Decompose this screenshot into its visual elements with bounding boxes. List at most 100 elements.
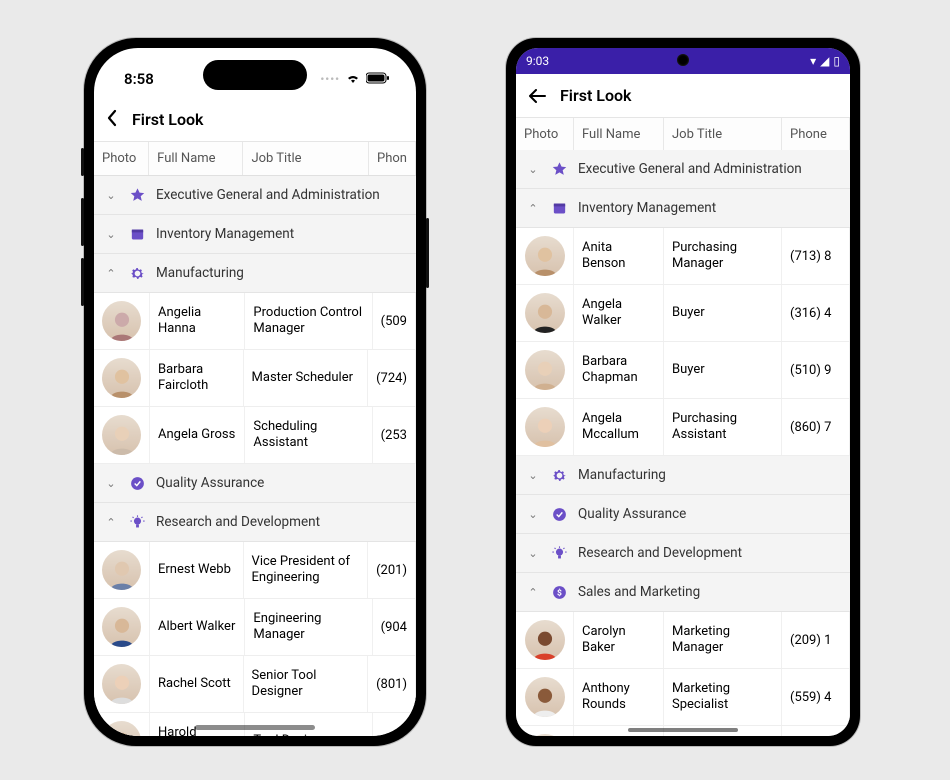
cell-name: Rachel Scott <box>150 656 244 712</box>
avatar <box>525 734 565 736</box>
group-executive[interactable]: ⌄ Executive General and Administration <box>94 176 416 215</box>
cell-phone: (860) 7 <box>782 399 850 455</box>
group-label: Executive General and Administration <box>156 187 380 203</box>
chevron-up-icon: ⌃ <box>104 516 118 529</box>
col-title-header[interactable]: Job Title <box>243 142 369 175</box>
group-sales[interactable]: ⌃ $ Sales and Marketing <box>516 573 850 612</box>
group-executive[interactable]: ⌄ Executive General and Administration <box>516 150 850 189</box>
group-manufacturing[interactable]: ⌃ Manufacturing <box>94 254 416 293</box>
cell-phone: (904 <box>373 599 416 655</box>
group-label: Research and Development <box>156 514 320 530</box>
status-time: 9:03 <box>526 54 549 68</box>
cell-phone: (253 <box>373 407 416 463</box>
group-rd[interactable]: ⌄ Research and Development <box>516 534 850 573</box>
chevron-up-icon: ⌃ <box>104 267 118 280</box>
cell-title: Master Scheduler <box>244 350 369 406</box>
table-body[interactable]: ⌄ Executive General and Administration ⌃… <box>516 150 850 736</box>
cell-phone: (724) <box>368 350 416 406</box>
group-label: Sales and Marketing <box>578 584 700 600</box>
avatar <box>525 620 565 660</box>
page-title: First Look <box>132 110 204 129</box>
box-icon <box>128 225 146 243</box>
table-row[interactable]: Barbara Chapman Buyer (510) 9 <box>516 342 850 399</box>
col-phone-header[interactable]: Phone <box>782 118 850 151</box>
cell-phone: (209) 1 <box>782 612 850 668</box>
cell-name: Angela Mccallum <box>574 399 664 455</box>
table-row[interactable]: Albert Walker Engineering Manager (904 <box>94 599 416 656</box>
side-button <box>81 148 84 176</box>
table-body[interactable]: ⌄ Executive General and Administration ⌄… <box>94 176 416 736</box>
table-row[interactable]: Barbara Faircloth Master Scheduler (724) <box>94 350 416 407</box>
table-row[interactable]: Ernest Webb Vice President of Engineerin… <box>94 542 416 599</box>
avatar <box>525 350 565 390</box>
avatar <box>102 550 141 590</box>
back-button[interactable] <box>528 86 546 106</box>
cell-title: Purchasing Assistant <box>664 399 782 455</box>
back-button[interactable] <box>106 109 118 130</box>
cell-name: Albert Walker <box>150 599 245 655</box>
avatar <box>102 664 141 704</box>
group-inventory[interactable]: ⌃ Inventory Management <box>516 189 850 228</box>
column-header-row: Photo Full Name Job Title Phon <box>94 142 416 176</box>
chevron-down-icon: ⌄ <box>104 477 118 490</box>
col-photo-header[interactable]: Photo <box>516 118 574 151</box>
front-camera <box>677 54 689 66</box>
signal-icon: ◢ <box>820 54 829 68</box>
box-icon <box>550 199 568 217</box>
table-row[interactable]: Angela Mccallum Purchasing Assistant (86… <box>516 399 850 456</box>
cell-phone: (559) 4 <box>782 669 850 725</box>
table-row[interactable]: Rachel Scott Senior Tool Designer (801) <box>94 656 416 713</box>
group-label: Research and Development <box>578 545 742 561</box>
cell-title: Production Control Manager <box>245 293 372 349</box>
group-qa[interactable]: ⌄ Quality Assurance <box>94 464 416 503</box>
lightbulb-icon <box>128 513 146 531</box>
cell-name: Carolyn Baker <box>574 612 664 668</box>
avatar <box>525 407 565 447</box>
group-qa[interactable]: ⌄ Quality Assurance <box>516 495 850 534</box>
side-button <box>81 258 84 306</box>
chevron-down-icon: ⌄ <box>526 469 540 482</box>
cell-name: Barbara Chapman <box>574 342 664 398</box>
col-title-header[interactable]: Job Title <box>664 118 782 151</box>
group-label: Inventory Management <box>156 226 294 242</box>
group-inventory[interactable]: ⌄ Inventory Management <box>94 215 416 254</box>
group-rd[interactable]: ⌃ Research and Development <box>94 503 416 542</box>
chevron-down-icon: ⌄ <box>526 508 540 521</box>
table-row[interactable]: Angela Walker Buyer (316) 4 <box>516 285 850 342</box>
cell-name: Anita Benson <box>574 228 664 284</box>
cell-title: Marketing Manager <box>664 612 782 668</box>
cell-title: Engineering Manager <box>245 599 372 655</box>
chevron-up-icon: ⌃ <box>526 586 540 599</box>
app-header: First Look <box>94 98 416 142</box>
star-icon <box>550 160 568 178</box>
group-manufacturing[interactable]: ⌄ Manufacturing <box>516 456 850 495</box>
col-photo-header[interactable]: Photo <box>94 142 149 175</box>
chevron-down-icon: ⌄ <box>104 189 118 202</box>
table-row[interactable]: Anthony Rounds Marketing Specialist (559… <box>516 669 850 726</box>
col-phone-header[interactable]: Phon <box>369 142 416 175</box>
table-row[interactable]: Angela Gross Scheduling Assistant (253 <box>94 407 416 464</box>
chevron-down-icon: ⌄ <box>104 228 118 241</box>
table-row[interactable]: Carolyn Baker Marketing Manager (209) 1 <box>516 612 850 669</box>
table-row[interactable]: Anita Benson Purchasing Manager (713) 8 <box>516 228 850 285</box>
avatar <box>102 301 141 341</box>
cell-phone: (509 <box>373 293 416 349</box>
home-indicator[interactable] <box>628 728 738 732</box>
table-row[interactable]: Angelia Hanna Production Control Manager… <box>94 293 416 350</box>
cell-phone: (801) <box>368 656 416 712</box>
battery-icon: ▯ <box>833 54 840 68</box>
svg-text:$: $ <box>557 587 562 598</box>
col-name-header[interactable]: Full Name <box>574 118 664 151</box>
cell-phone: (559) 2 <box>782 726 850 736</box>
gear-icon <box>128 264 146 282</box>
group-label: Executive General and Administration <box>578 161 802 177</box>
android-device: 9:03 ▾ ◢ ▯ First Look Photo Full Name Jo… <box>506 38 860 746</box>
cell-title: Senior Tool Designer <box>244 656 369 712</box>
home-indicator[interactable] <box>195 725 315 730</box>
cell-name: Anthony Rounds <box>574 669 664 725</box>
avatar <box>525 236 565 276</box>
cell-name: Angela Walker <box>574 285 664 341</box>
cell-name: Angela Gross <box>150 407 245 463</box>
cell-title: Purchasing Manager <box>664 228 782 284</box>
col-name-header[interactable]: Full Name <box>149 142 243 175</box>
